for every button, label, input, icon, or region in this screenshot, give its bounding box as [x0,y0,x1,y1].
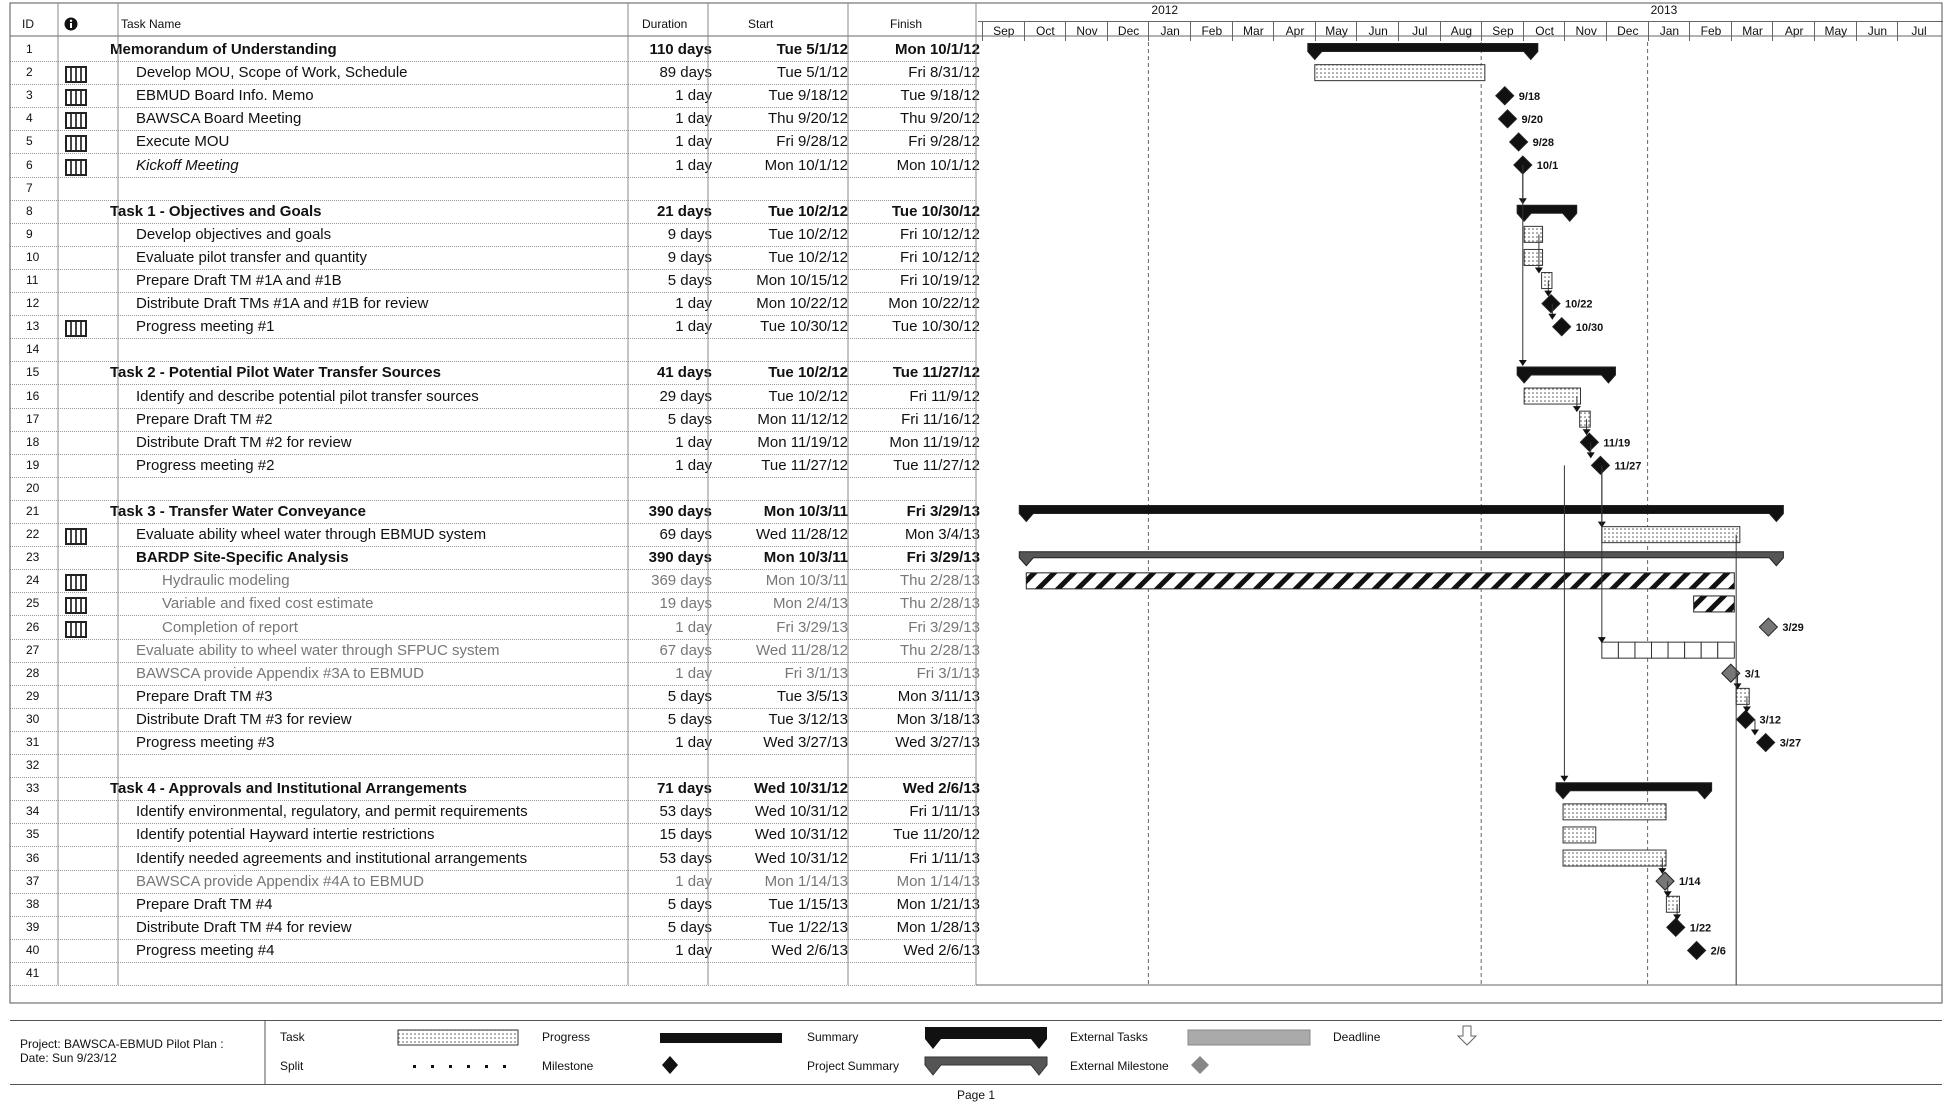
external-task-bar [1693,595,1735,613]
summary-bar [1555,782,1713,800]
task-bar [1523,225,1544,243]
gantt-page: ID Task Name Duration Start Finish 1 Memo… [0,0,1952,1111]
milestone-date-label: 3/27 [1780,738,1801,750]
milestone-diamond [1666,917,1686,938]
milestone-date-label: 10/22 [1565,299,1593,311]
summary-bar [1516,204,1578,223]
task-bar [1541,272,1553,290]
task-bar [1523,387,1581,405]
task-bar-segment [1617,641,1636,659]
task-bar [1314,64,1486,82]
summary-bar [1307,43,1539,61]
task-bar-segment [1667,641,1686,659]
milestone-date-label: 3/1 [1745,668,1760,680]
legend-milestone-symbol [662,1056,678,1074]
dependency-arrow [1750,729,1759,736]
legend-project-summary-symbol [924,1056,1048,1076]
dependency-arrow [1560,775,1569,782]
summary-bar [1516,366,1616,384]
milestone-date-label: 11/19 [1603,437,1630,449]
legend-external-milestone-symbol [1191,1056,1209,1074]
legend: Project: BAWSCA-EBMUD Pilot Plan : Date:… [10,1020,1942,1085]
task-bar-segment [1601,641,1619,659]
milestone-date-label: 9/18 [1519,91,1540,103]
summary-bar [1018,505,1784,523]
milestone-diamond [1686,940,1707,961]
milestone-date-label: 10/1 [1537,160,1558,172]
milestone-date-label: 9/20 [1522,114,1543,126]
milestone-diamond [1590,455,1611,476]
task-bar-segment [1651,641,1669,659]
task-bar [1579,410,1591,428]
milestone-diamond [1497,109,1518,129]
milestone-diamond [1758,617,1779,637]
milestone-date-label: 3/12 [1760,714,1781,726]
milestone-date-label: 2/6 [1711,945,1726,957]
legend-external-tasks-symbol [1187,1029,1311,1046]
milestone-diamond [1655,871,1675,891]
external-task-bar [1025,572,1735,590]
milestone-diamond [1508,132,1529,152]
legend-summary-symbol [925,1027,1047,1049]
milestone-diamond [1495,86,1515,106]
legend-progress-symbol [660,1033,782,1043]
milestone-diamond [1755,732,1776,753]
milestone-diamond [1579,432,1600,452]
milestone-date-label: 11/27 [1614,460,1641,472]
dependency-arrow [1518,359,1527,366]
milestone-diamond [1541,293,1561,314]
task-bar-segment [1717,641,1735,659]
legend-deadline-symbol [1456,1025,1478,1046]
task-bar [1562,849,1667,867]
legend-split-symbol [413,1065,506,1068]
task-bar-segment [1700,641,1719,659]
milestone-date-label: 10/30 [1576,322,1604,334]
task-bar [1523,248,1544,266]
task-bar-segment [1684,641,1702,659]
task-bar-segment [1634,641,1653,659]
task-bar [1601,526,1741,544]
legend-task-symbol [397,1029,519,1046]
page-number: Page 1 [956,1088,996,1102]
task-bar [1562,826,1597,844]
gantt-chart: 9/18 9/20 9/28 10/1 10/22 10/30 11/19 11/27 3/29… [9,2,1943,1004]
milestone-date-label: 3/29 [1782,622,1803,634]
task-bar [1562,803,1667,821]
milestone-diamond [1735,709,1756,730]
milestone-date-label: 1/14 [1679,876,1701,888]
dependency-arrow [1548,313,1557,320]
dependency-arrow [1586,452,1595,459]
milestone-date-label: 9/28 [1533,137,1554,149]
summary-bar [1018,551,1784,567]
milestone-diamond [1552,317,1572,337]
legend-symbols [264,1021,1478,1084]
milestone-date-label: 1/22 [1690,922,1711,934]
